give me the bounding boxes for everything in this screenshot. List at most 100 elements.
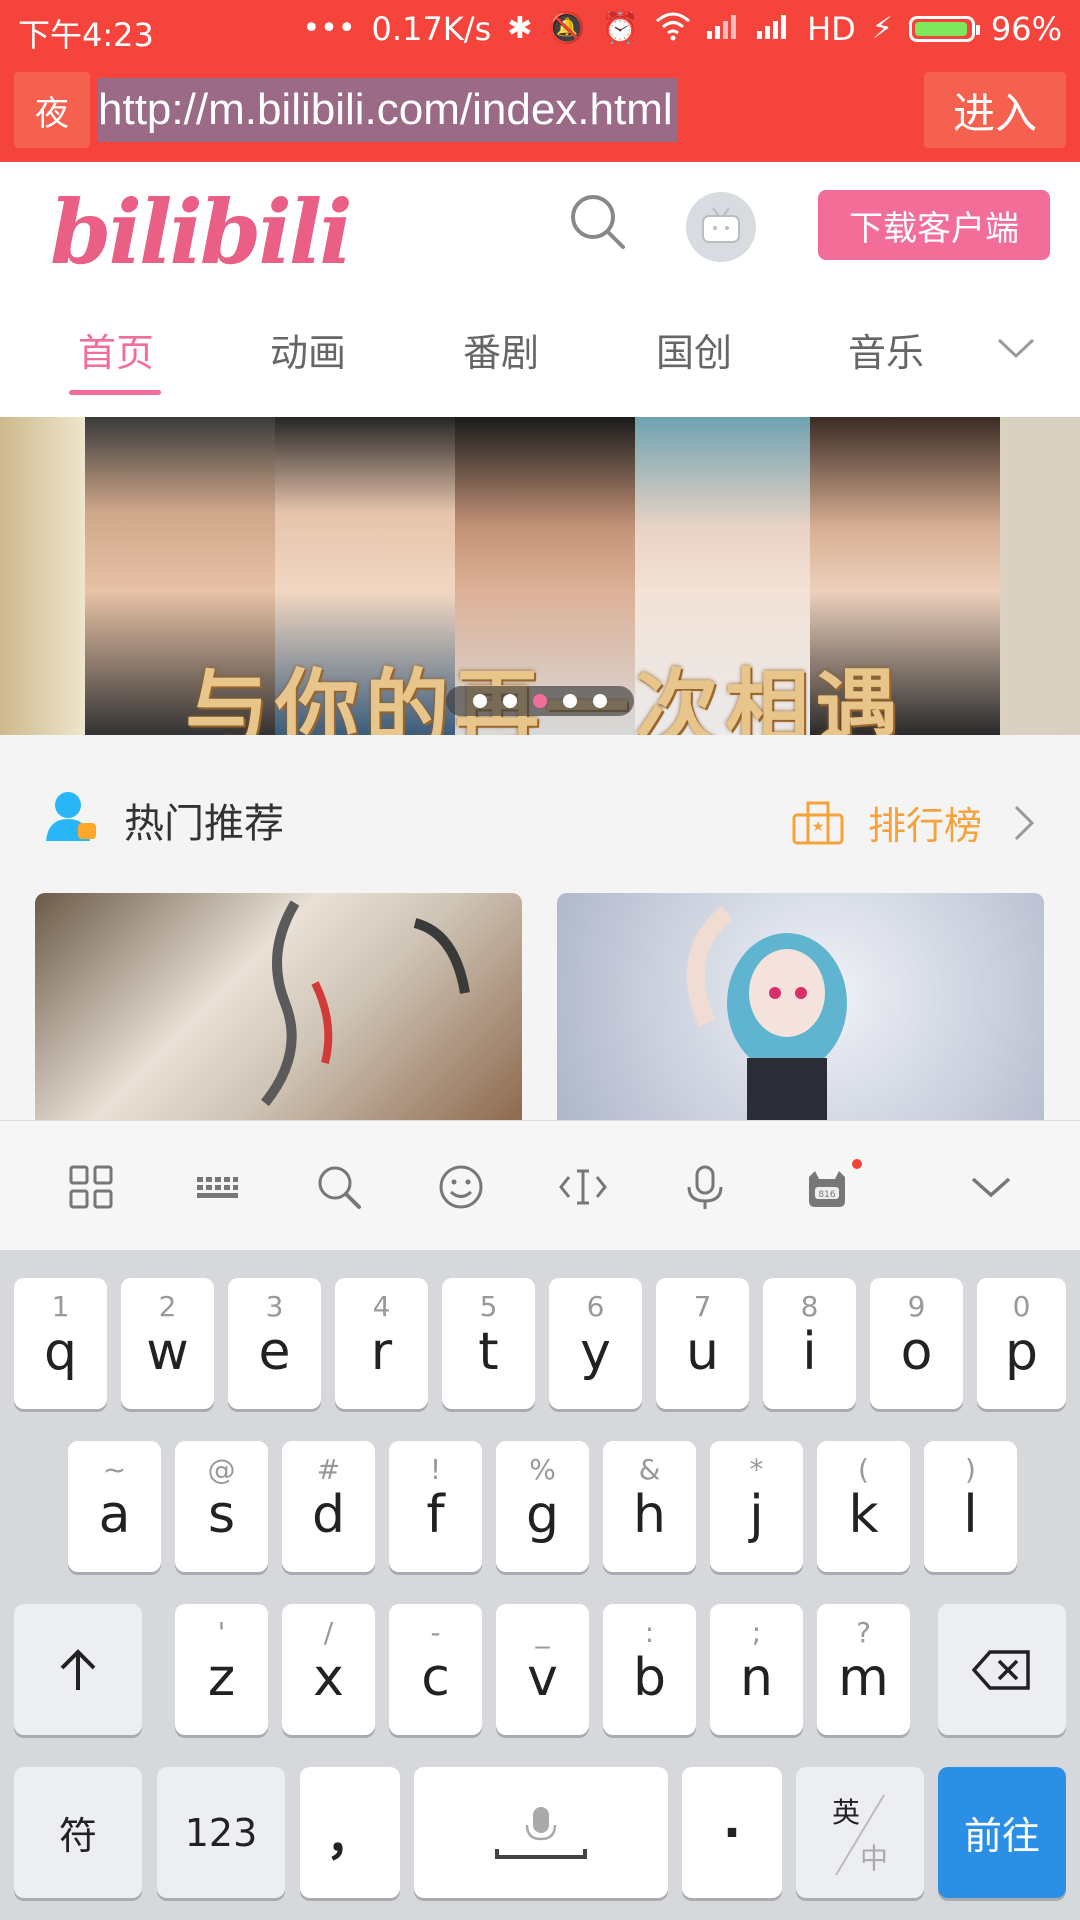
comma-key[interactable]: ， [300, 1767, 400, 1898]
carousel-dot[interactable] [563, 694, 577, 708]
tab-home[interactable]: 首页 [78, 322, 154, 377]
download-client-button[interactable]: 下载客户端 [818, 190, 1050, 260]
key-f[interactable]: ! f [389, 1441, 482, 1572]
search-icon[interactable] [315, 1163, 363, 1211]
key-q[interactable]: 1q [14, 1278, 107, 1409]
key-c[interactable]: -c [389, 1604, 482, 1735]
key-sub: ! [429, 1453, 442, 1486]
video-thumbnail[interactable] [557, 893, 1044, 1120]
key-sub: ( [858, 1453, 869, 1486]
space-key[interactable] [414, 1767, 668, 1898]
key-label: i [802, 1321, 817, 1382]
svg-text:816: 816 [818, 1190, 835, 1200]
tab-music[interactable]: 音乐 [848, 322, 924, 377]
wifi-icon [655, 11, 691, 47]
collapse-keyboard-icon[interactable] [967, 1163, 1015, 1211]
key-sub: _ [535, 1616, 550, 1649]
language-switch-key[interactable]: 英 中 [796, 1767, 924, 1898]
key-label: r [370, 1321, 393, 1382]
signal-icon-2 [757, 13, 791, 45]
key-t[interactable]: 5t [442, 1278, 535, 1409]
search-icon[interactable] [568, 192, 628, 252]
charging-icon: ⚡ [871, 11, 893, 46]
carousel-dot[interactable] [473, 694, 487, 708]
key-r[interactable]: 4r [335, 1278, 428, 1409]
carousel-indicator [446, 686, 634, 716]
key-e[interactable]: 3e [228, 1278, 321, 1409]
comma-key-label: ， [325, 1809, 374, 1866]
key-label: z [207, 1647, 236, 1708]
key-sub: # [316, 1453, 341, 1486]
key-l[interactable]: ) l [924, 1441, 1017, 1572]
key-label: p [1004, 1321, 1038, 1382]
grid-icon[interactable] [67, 1163, 115, 1211]
lang-divider [835, 1794, 885, 1876]
key-p[interactable]: 0p [977, 1278, 1066, 1409]
key-k[interactable]: (k [817, 1441, 910, 1572]
key-w[interactable]: 2w [121, 1278, 214, 1409]
microphone-icon[interactable] [681, 1163, 729, 1211]
key-sub: % [529, 1453, 556, 1486]
key-y[interactable]: 6y [549, 1278, 642, 1409]
go-button[interactable]: 前往 [938, 1767, 1066, 1898]
night-mode-button[interactable]: 夜 [14, 72, 90, 148]
keyboard-icon[interactable] [193, 1163, 241, 1211]
key-label: f [426, 1484, 445, 1545]
space-mic-icon [495, 1806, 587, 1859]
user-thumb-icon [44, 787, 100, 843]
key-label: q [43, 1321, 77, 1382]
battery-percent: 96% [990, 10, 1062, 48]
key-u[interactable]: 7u [656, 1278, 749, 1409]
bilibili-logo[interactable]: bilibili [50, 180, 353, 284]
number-key[interactable]: 123 [157, 1767, 285, 1898]
emoji-icon[interactable] [437, 1163, 485, 1211]
key-s[interactable]: @ s [175, 1441, 268, 1572]
key-o[interactable]: 9o [870, 1278, 963, 1409]
key-h[interactable]: & h [603, 1441, 696, 1572]
key-label: w [146, 1321, 189, 1382]
symbol-key[interactable]: 符 [14, 1767, 142, 1898]
key-label: o [900, 1321, 933, 1382]
key-m[interactable]: ? m [817, 1604, 910, 1735]
carousel-dot[interactable] [503, 694, 517, 708]
shift-key[interactable] [14, 1604, 142, 1735]
key-b[interactable]: :b [603, 1604, 696, 1735]
video-thumbnail[interactable] [35, 893, 522, 1120]
key-d[interactable]: # d [282, 1441, 375, 1572]
ranking-link[interactable]: ★ 排行榜 [792, 795, 982, 850]
tab-guochuang[interactable]: 国创 [656, 322, 732, 377]
key-label: n [740, 1647, 773, 1708]
carousel-dot[interactable] [593, 694, 607, 708]
key-z[interactable]: ' z [175, 1604, 268, 1735]
carousel-dot[interactable] [533, 694, 547, 708]
bluetooth-icon: ✱ [507, 11, 533, 46]
key-x[interactable]: / x [282, 1604, 375, 1735]
key-label: y [580, 1321, 611, 1382]
chevron-down-icon[interactable] [996, 332, 1036, 362]
key-i[interactable]: 8i [763, 1278, 856, 1409]
key-v[interactable]: _ v [496, 1604, 589, 1735]
key-sub: - [430, 1616, 441, 1649]
tab-animation[interactable]: 动画 [270, 322, 346, 377]
key-g[interactable]: % g [496, 1441, 589, 1572]
chevron-right-icon[interactable] [1012, 803, 1036, 847]
period-key[interactable]: · [682, 1767, 782, 1898]
cursor-icon[interactable] [559, 1163, 607, 1211]
robot-mascot-icon[interactable]: 816 [803, 1163, 851, 1211]
key-sub: 1 [51, 1290, 70, 1323]
key-sub: 5 [479, 1290, 498, 1323]
key-n[interactable]: ; n [710, 1604, 803, 1735]
section-title: 热门推荐 [124, 801, 284, 847]
tab-bangumi[interactable]: 番剧 [463, 322, 539, 377]
enter-button[interactable]: 进入 [924, 72, 1066, 148]
avatar[interactable] [686, 192, 756, 262]
backspace-key[interactable] [938, 1604, 1066, 1735]
site-header: bilibili 下载客户端 首页 动画 番剧 国创 音乐 [0, 162, 1080, 414]
key-sub: 3 [265, 1290, 284, 1323]
key-label: s [207, 1484, 236, 1545]
signal-icon-1 [707, 13, 741, 45]
battery-fill [914, 22, 967, 36]
key-a[interactable]: ~ a [68, 1441, 161, 1572]
url-input[interactable] [98, 74, 920, 146]
key-j[interactable]: * j [710, 1441, 803, 1572]
